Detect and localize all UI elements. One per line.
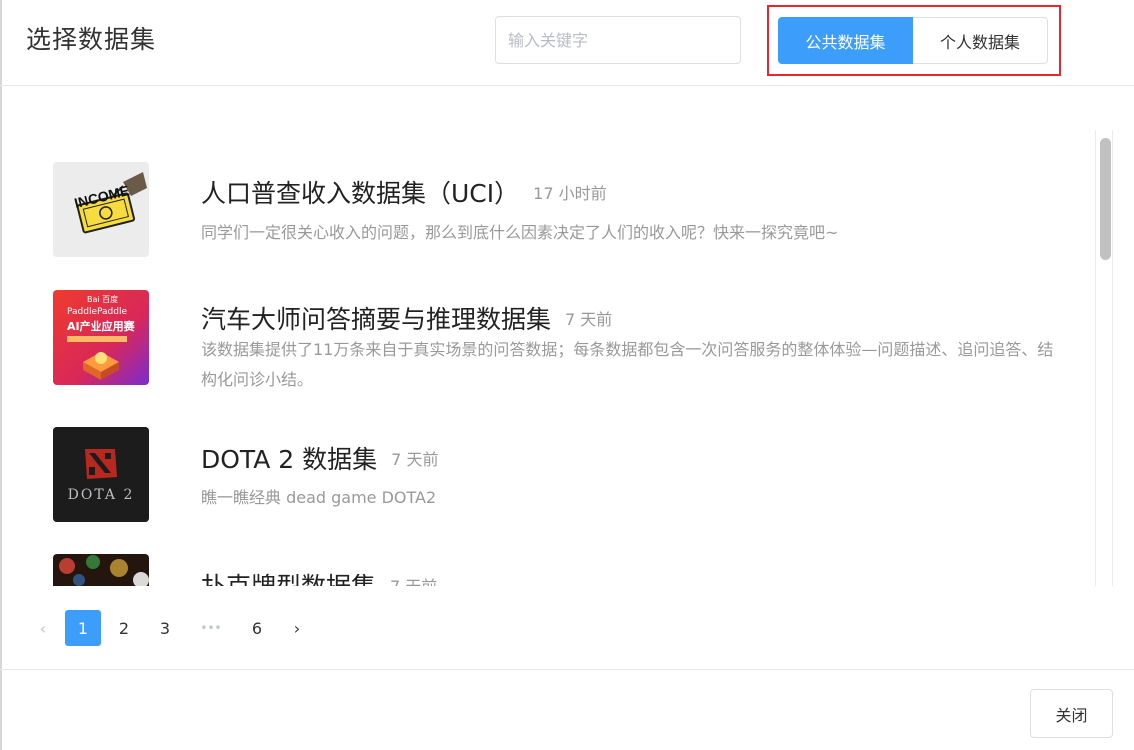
dataset-time: 7 天前 [391, 450, 439, 469]
dataset-time: 7 天前 [390, 577, 437, 586]
dota2-thumb-text: DOTA 2 [68, 487, 135, 503]
dataset-title[interactable]: 人口普查收入数据集（UCI） 17 小时前 [201, 174, 607, 210]
dataset-title[interactable]: DOTA 2 数据集 7 天前 [201, 440, 438, 476]
page-2-button[interactable]: 2 [106, 610, 142, 646]
select-dataset-dialog: 选择数据集 公共数据集 个人数据集 INCOME [0, 0, 1134, 750]
pagination-ellipsis[interactable]: ••• [193, 610, 229, 646]
dialog-footer: 关闭 [0, 669, 1134, 750]
poker-thumbnail [53, 554, 149, 586]
prev-page-icon[interactable]: ‹ [25, 610, 61, 646]
page-6-button[interactable]: 6 [239, 610, 275, 646]
list-scrollbar-thumb[interactable] [1100, 138, 1111, 260]
dataset-title-text[interactable]: 汽车大师问答摘要与推理数据集 [201, 305, 551, 334]
dataset-title[interactable]: 汽车大师问答摘要与推理数据集 7 天前 [201, 300, 612, 336]
thumb-line-3: AI产业应用赛 [67, 319, 136, 333]
thumb-line-2: PaddlePaddle [67, 307, 127, 317]
dataset-time: 17 小时前 [533, 184, 607, 203]
dataset-description: 该数据集提供了11万条来自于真实场景的问答数据；每条数据都包含一次问答服务的整体… [201, 340, 1054, 389]
next-page-icon[interactable]: › [279, 610, 315, 646]
dataset-title-text[interactable]: DOTA 2 数据集 [201, 445, 377, 474]
dataset-list[interactable]: INCOME 人口普查收入数据集（UCI） 17 小时前 同学们一定很关心收入的问… [0, 87, 1094, 586]
dataset-title-text[interactable]: 扑克牌型数据集 [201, 572, 376, 586]
list-item[interactable]: INCOME 人口普查收入数据集（UCI） 17 小时前 同学们一定很关心收入的问… [0, 87, 1094, 257]
tab-personal-datasets[interactable]: 个人数据集 [913, 17, 1048, 64]
list-item[interactable]: DOTA 2 DOTA 2 数据集 7 天前 瞧一瞧经典 dead game DO… [0, 387, 1094, 527]
dataset-title[interactable]: 扑克牌型数据集 7 天前 [201, 567, 437, 586]
close-button[interactable]: 关闭 [1030, 689, 1113, 738]
tab-public-datasets[interactable]: 公共数据集 [778, 17, 913, 64]
thumb-line-1: Bai 百度 [87, 294, 118, 304]
list-item[interactable]: Bai 百度 PaddlePaddle AI产业应用赛 汽车大师问答摘要与推理数… [0, 227, 1094, 389]
keyword-search-input[interactable] [495, 16, 741, 64]
dialog-header: 选择数据集 公共数据集 个人数据集 [0, 0, 1134, 86]
dataset-time: 7 天前 [565, 310, 613, 329]
dota2-thumbnail: DOTA 2 [53, 427, 149, 522]
page-3-button[interactable]: 3 [147, 610, 183, 646]
dataset-description: 瞧一瞧经典 dead game DOTA2 [201, 488, 437, 507]
page-1-button[interactable]: 1 [65, 610, 101, 646]
dataset-title-text[interactable]: 人口普查收入数据集（UCI） [201, 179, 519, 208]
dialog-title: 选择数据集 [26, 25, 157, 54]
paddlepaddle-thumbnail: Bai 百度 PaddlePaddle AI产业应用赛 [53, 290, 149, 385]
list-item[interactable]: 扑克牌型数据集 7 天前 [0, 527, 1094, 586]
